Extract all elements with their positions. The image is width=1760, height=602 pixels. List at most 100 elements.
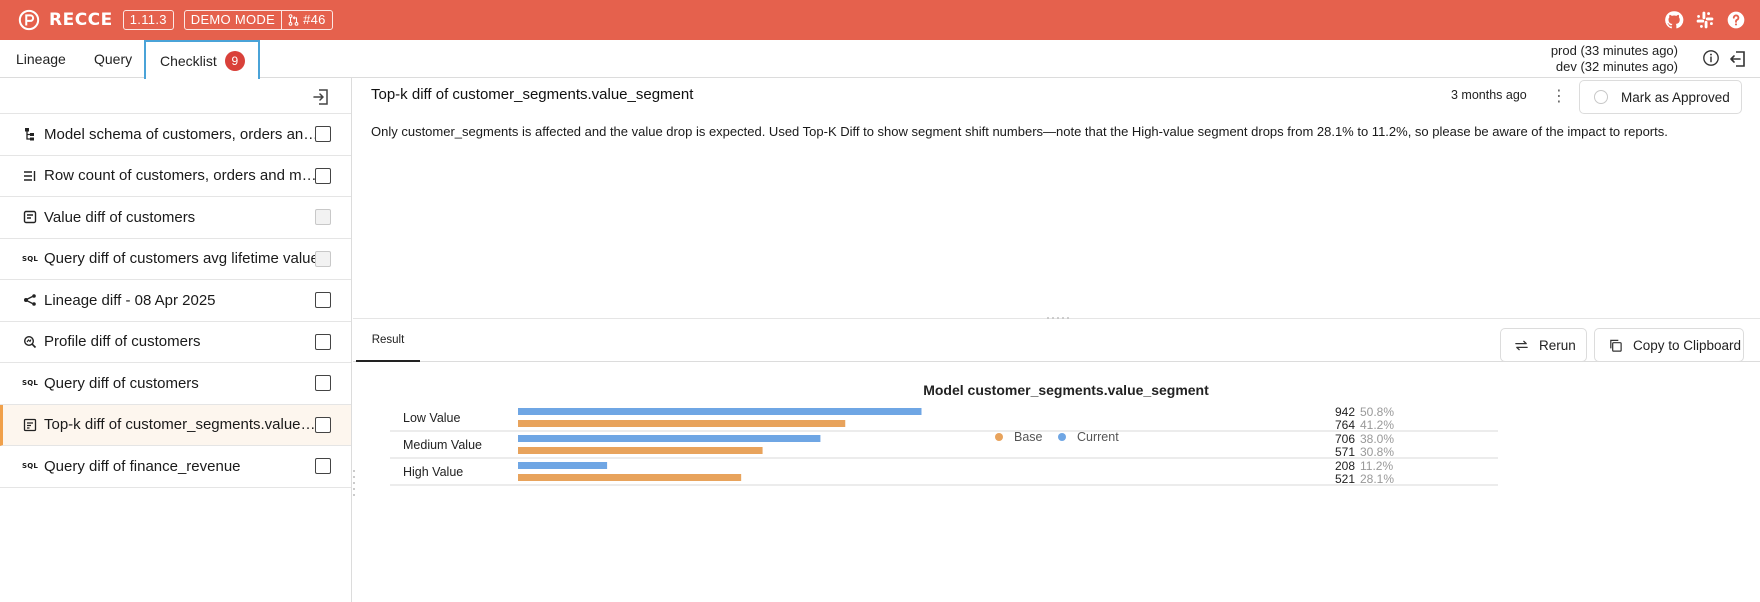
help-icon[interactable] [1726,10,1746,30]
percent-base: 41.2% [1360,418,1394,432]
value-current: 208 [1335,459,1355,473]
import-icon[interactable] [311,87,331,107]
profile-diff-icon [22,334,38,350]
bar-current [518,435,821,442]
check-timestamp: 3 months ago [1451,88,1527,102]
percent-current: 50.8% [1360,405,1394,419]
top-k-chart: Model customer_segments.value_segment Ba… [390,382,1498,486]
legend-base-label: Base [1014,430,1043,444]
demo-mode-label: DEMO MODE [190,12,276,27]
checklist-item-label: Query diff of customers [44,374,199,392]
tab-checklist-label: Checklist [160,52,217,69]
checklist-item-label: Profile diff of customers [44,333,201,351]
checklist-checkbox[interactable] [315,458,331,475]
rerun-button[interactable]: Rerun [1500,328,1587,362]
mark-approved-button[interactable]: Mark as Approved [1579,80,1742,114]
mode-badge: DEMO MODE #46 [183,10,333,30]
checklist-item[interactable]: SQL Query diff of customers [0,363,351,405]
checklist-sidebar: Model schema of customers, orders and mo… [0,78,352,602]
percent-current: 11.2% [1360,459,1393,473]
slack-icon[interactable] [1695,10,1715,30]
category-label: Medium Value [403,438,482,452]
bar-base [518,447,763,454]
chart-legend: Base Current [995,430,1119,444]
row-count-icon [22,168,38,184]
bar-current [518,408,922,415]
bar-base [518,420,846,427]
check-title: Top-k diff of customer_segments.value_se… [371,86,694,103]
tab-query[interactable]: Query [94,40,132,78]
tab-result[interactable]: Result [356,322,420,362]
top-bar: RECCE 1.11.3 DEMO MODE #46 [0,0,1760,40]
checklist-checkbox[interactable] [315,126,331,143]
copy-icon [1610,339,1622,352]
checklist-checkbox[interactable] [315,333,331,350]
checklist-item[interactable]: Value diff of customers [0,197,351,239]
percent-current: 38.0% [1360,432,1394,446]
version-badge: 1.11.3 [122,10,174,30]
pr-number: #46 [303,12,326,27]
rerun-icon [1515,340,1528,350]
panel-resize-handle[interactable] [1045,315,1073,321]
checklist-checkbox[interactable] [315,209,331,226]
pr-link[interactable]: #46 [281,11,332,29]
checklist-count-badge: 9 [224,50,245,71]
percent-base: 30.8% [1360,445,1394,459]
bar-base [518,474,742,481]
prod-env-status: prod (33 minutes ago) [1550,43,1678,58]
legend-base-swatch [995,433,1003,441]
exit-icon[interactable] [1728,49,1748,69]
more-options-icon[interactable]: ⋮ [1551,86,1567,106]
copy-to-clipboard-button[interactable]: Copy to Clipboard [1594,328,1744,362]
checklist-item[interactable]: Profile diff of customers [0,322,351,363]
checklist-item-selected[interactable]: Top-k diff of customer_segments.value_se… [0,404,351,446]
schema-icon [22,126,38,142]
legend-current-label: Current [1077,430,1119,444]
value-current: 942 [1335,405,1355,419]
checklist-checkbox[interactable] [315,375,331,392]
sql-icon: SQL [21,254,39,263]
dev-env-status: dev (32 minutes ago) [1555,59,1678,74]
value-base: 764 [1335,418,1355,432]
rerun-label: Rerun [1539,337,1576,353]
check-description: Only customer_segments is affected and t… [371,124,1668,139]
github-icon[interactable] [1664,10,1684,30]
checklist-item[interactable]: SQL Query diff of customers avg lifetime… [0,239,351,280]
tab-lineage[interactable]: Lineage [16,40,66,78]
chart-rows: Low Value 942 50.8% 764 41.2% Medium Value 706… [390,405,1498,486]
recce-logo-icon [18,9,40,31]
category-label: Low Value [403,411,460,425]
checklist-item[interactable]: SQL Query diff of finance_revenue [0,446,351,488]
environment-info: prod (33 minutes ago) dev (32 minutes ag… [1551,43,1678,75]
value-base: 521 [1335,472,1355,486]
copy-label: Copy to Clipboard [1633,337,1742,353]
sidebar-header [0,78,351,114]
checklist-item-label: Model schema of customers, orders and mo… [44,125,319,143]
checklist-checkbox[interactable] [315,416,331,433]
percent-base: 28.1% [1360,472,1394,486]
app-name: RECCE [49,10,113,30]
value-base: 571 [1335,445,1355,459]
legend-current-swatch [1058,433,1066,441]
recce-logo: RECCE [18,9,113,31]
mark-approved-label: Mark as Approved [1621,89,1730,105]
approve-radio-icon [1594,90,1608,104]
info-icon[interactable] [1702,49,1720,67]
checklist-checkbox[interactable] [315,250,331,267]
main-tabs: Lineage Query Checklist 9 prod (33 minut… [0,40,1760,79]
bar-current [518,462,608,469]
pull-request-icon [288,14,299,26]
chart-title: Model customer_segments.value_segment [923,382,1209,398]
checklist-item-label: Top-k diff of customer_segments.value_se… [44,416,319,434]
lineage-diff-icon [22,292,38,308]
checklist-item-label: Query diff of customers avg lifetime val… [44,250,319,268]
checklist-item[interactable]: Model schema of customers, orders and mo… [0,114,351,156]
checklist-checkbox[interactable] [315,167,331,184]
checklist-item[interactable]: Row count of customers, orders and modif… [0,156,351,197]
checklist-item[interactable]: Lineage diff - 08 Apr 2025 [0,280,351,322]
value-diff-icon [22,209,38,225]
checklist-checkbox[interactable] [315,292,331,309]
top-k-icon [22,417,38,433]
tab-checklist[interactable]: Checklist 9 [144,40,260,79]
checklist-item-label: Row count of customers, orders and modif… [44,167,319,185]
